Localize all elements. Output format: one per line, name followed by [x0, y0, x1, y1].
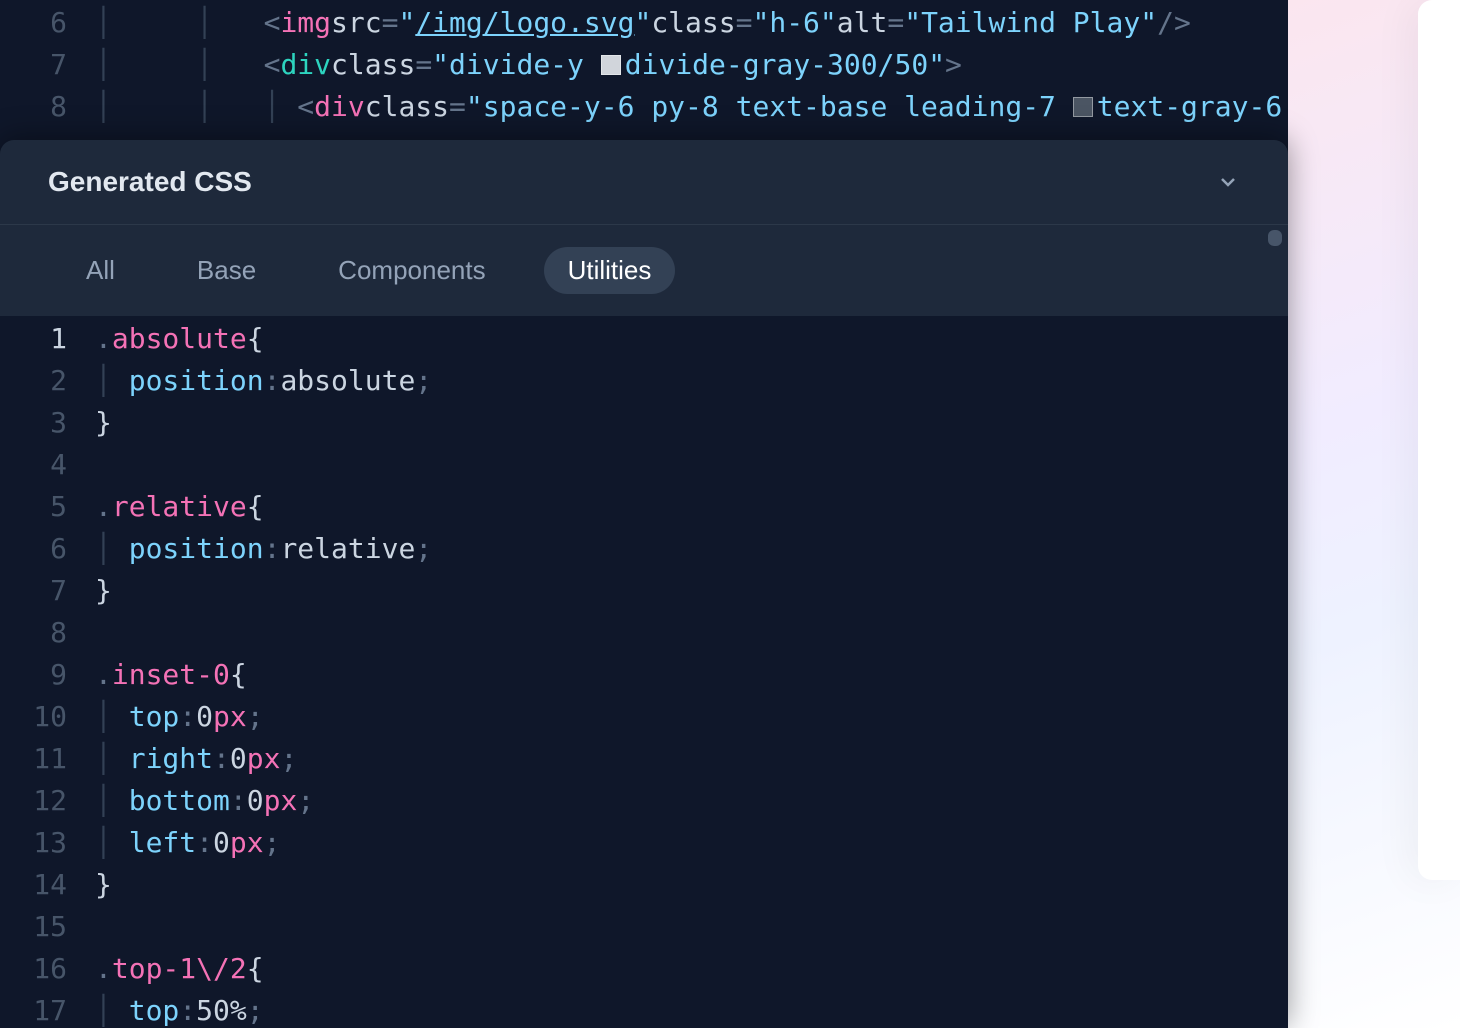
tab-base[interactable]: Base	[173, 247, 280, 294]
line-number: 2	[0, 360, 95, 402]
panel-header[interactable]: Generated CSS	[0, 140, 1288, 225]
line-number: 6	[0, 528, 95, 570]
html-editor[interactable]: 6 │ │ <img src="/img/logo.svg" class="h-…	[0, 0, 1460, 150]
line-number: 17	[0, 990, 95, 1028]
panel-title: Generated CSS	[48, 166, 252, 198]
tab-utilities[interactable]: Utilities	[544, 247, 676, 294]
line-number: 7	[0, 44, 95, 86]
tab-all[interactable]: All	[62, 247, 139, 294]
scrollbar-thumb[interactable]	[1268, 230, 1282, 246]
line-number: 9	[0, 654, 95, 696]
generated-css-panel: Generated CSS All Base Components Utilit…	[0, 140, 1288, 1028]
color-swatch-icon	[1073, 97, 1093, 117]
code-line[interactable]: 7 │ │ <div class="divide-y divide-gray-3…	[0, 44, 1460, 86]
code-line[interactable]: 8 │ │ │ <div class="space-y-6 py-8 text-…	[0, 86, 1460, 128]
line-number: 16	[0, 948, 95, 990]
tab-components[interactable]: Components	[314, 247, 509, 294]
line-number: 10	[0, 696, 95, 738]
line-number: 8	[0, 86, 95, 128]
line-number: 12	[0, 780, 95, 822]
line-number: 13	[0, 822, 95, 864]
line-number: 5	[0, 486, 95, 528]
line-number: 3	[0, 402, 95, 444]
code-line[interactable]: 6 │ │ <img src="/img/logo.svg" class="h-…	[0, 2, 1460, 44]
line-number: 8	[0, 612, 95, 654]
line-number: 6	[0, 2, 95, 44]
line-number: 7	[0, 570, 95, 612]
color-swatch-icon	[601, 55, 621, 75]
line-number: 15	[0, 906, 95, 948]
chevron-down-icon[interactable]	[1216, 170, 1240, 194]
line-number: 14	[0, 864, 95, 906]
css-editor[interactable]: 1 .absolute { 2 │ position: absolute; 3 …	[0, 316, 1288, 1028]
line-number: 4	[0, 444, 95, 486]
css-tabs: All Base Components Utilities	[0, 225, 1288, 316]
line-number: 1	[0, 318, 95, 360]
preview-pane	[1288, 0, 1460, 1028]
line-number: 11	[0, 738, 95, 780]
